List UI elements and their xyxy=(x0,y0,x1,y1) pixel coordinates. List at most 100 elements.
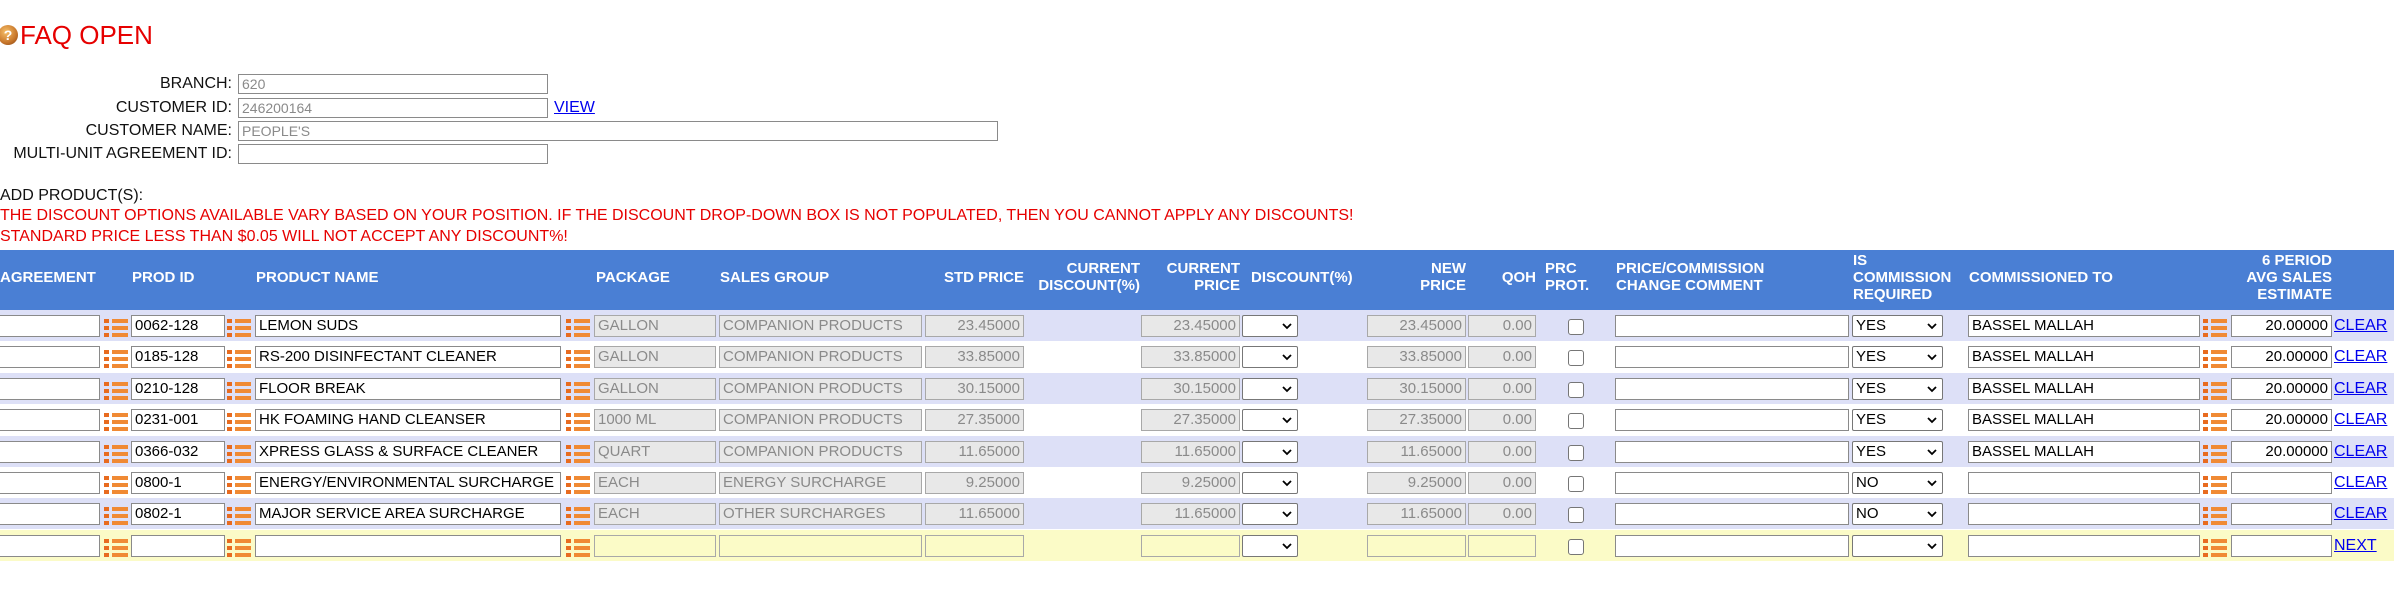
agreement-lookup-icon[interactable] xyxy=(104,381,128,401)
agreement-input[interactable] xyxy=(0,377,100,400)
product-name-input[interactable]: MAJOR SERVICE AREA SURCHARGE xyxy=(255,503,561,526)
prc-prot-checkbox[interactable] xyxy=(1568,476,1584,492)
commissioned-to-input[interactable]: BASSEL MALLAH xyxy=(1968,409,2200,432)
clear-link[interactable]: CLEAR xyxy=(2334,380,2387,398)
commissioned-to-lookup-icon[interactable] xyxy=(2203,381,2227,401)
package-lookup-icon[interactable] xyxy=(566,475,590,495)
discount-select[interactable] xyxy=(1242,346,1298,369)
customer-name-field[interactable]: PEOPLE'S xyxy=(238,120,998,141)
agreement-input[interactable] xyxy=(0,440,100,463)
product-name-input[interactable]: LEMON SUDS xyxy=(255,315,561,337)
commission-required-select[interactable]: YES xyxy=(1852,346,1943,369)
package-lookup-icon[interactable] xyxy=(566,349,590,369)
comment-input[interactable] xyxy=(1615,346,1849,369)
discount-select[interactable] xyxy=(1242,409,1298,432)
discount-select[interactable] xyxy=(1242,440,1298,463)
commissioned-to-input[interactable]: BASSEL MALLAH xyxy=(1968,346,2200,369)
comment-input[interactable] xyxy=(1615,377,1849,400)
comment-input[interactable] xyxy=(1615,409,1849,432)
estimate-input[interactable]: 20.00000 xyxy=(2231,346,2332,369)
discount-select[interactable] xyxy=(1242,315,1298,337)
clear-link[interactable]: CLEAR xyxy=(2334,474,2387,492)
commission-required-select[interactable] xyxy=(1852,534,1943,557)
package-lookup-icon[interactable] xyxy=(566,318,590,338)
commissioned-to-input[interactable]: BASSEL MALLAH xyxy=(1968,315,2200,337)
view-customer-link[interactable]: VIEW xyxy=(554,99,595,117)
commissioned-to-input[interactable] xyxy=(1968,534,2200,557)
agreement-lookup-icon[interactable] xyxy=(104,318,128,338)
commissioned-to-lookup-icon[interactable] xyxy=(2203,412,2227,432)
commissioned-to-lookup-icon[interactable] xyxy=(2203,349,2227,369)
agreement-lookup-icon[interactable] xyxy=(104,475,128,495)
estimate-input[interactable]: 20.00000 xyxy=(2231,440,2332,463)
estimate-input[interactable] xyxy=(2231,472,2332,494)
clear-link[interactable]: CLEAR xyxy=(2334,411,2387,429)
product-name-input[interactable]: HK FOAMING HAND CLEANSER xyxy=(255,409,561,432)
agreement-input[interactable] xyxy=(0,346,100,369)
clear-link[interactable]: CLEAR xyxy=(2334,443,2387,461)
product-name-input[interactable]: XPRESS GLASS & SURFACE CLEANER xyxy=(255,440,561,463)
discount-select[interactable] xyxy=(1242,534,1298,557)
prod-id-input[interactable] xyxy=(131,534,225,557)
comment-input[interactable] xyxy=(1615,503,1849,526)
agreement-lookup-icon[interactable] xyxy=(104,538,128,558)
estimate-input[interactable]: 20.00000 xyxy=(2231,315,2332,337)
product-lookup-icon[interactable] xyxy=(227,349,251,369)
agreement-lookup-icon[interactable] xyxy=(104,412,128,432)
product-lookup-icon[interactable] xyxy=(227,318,251,338)
prod-id-input[interactable]: 0800-1 xyxy=(131,472,225,494)
commissioned-to-lookup-icon[interactable] xyxy=(2203,475,2227,495)
agreement-input[interactable] xyxy=(0,534,100,557)
estimate-input[interactable] xyxy=(2231,534,2332,557)
estimate-input[interactable]: 20.00000 xyxy=(2231,377,2332,400)
help-icon[interactable]: ? xyxy=(0,25,18,45)
product-name-input[interactable]: FLOOR BREAK xyxy=(255,377,561,400)
product-lookup-icon[interactable] xyxy=(227,412,251,432)
estimate-input[interactable] xyxy=(2231,503,2332,526)
branch-field[interactable]: 620 xyxy=(238,73,548,94)
prod-id-input[interactable]: 0231-001 xyxy=(131,409,225,432)
commission-required-select[interactable]: NO xyxy=(1852,503,1943,526)
estimate-input[interactable]: 20.00000 xyxy=(2231,409,2332,432)
commissioned-to-input[interactable] xyxy=(1968,503,2200,526)
agreement-input[interactable] xyxy=(0,472,100,494)
agreement-lookup-icon[interactable] xyxy=(104,349,128,369)
prod-id-input[interactable]: 0210-128 xyxy=(131,377,225,400)
prod-id-input[interactable]: 0185-128 xyxy=(131,346,225,369)
commissioned-to-input[interactable]: BASSEL MALLAH xyxy=(1968,377,2200,400)
agreement-input[interactable] xyxy=(0,409,100,432)
prc-prot-checkbox[interactable] xyxy=(1568,350,1584,367)
prc-prot-checkbox[interactable] xyxy=(1568,507,1584,524)
prod-id-input[interactable]: 0802-1 xyxy=(131,503,225,526)
prod-id-input[interactable]: 0366-032 xyxy=(131,440,225,463)
multi-unit-field[interactable] xyxy=(238,143,548,164)
commissioned-to-input[interactable] xyxy=(1968,472,2200,494)
customer-id-field[interactable]: 246200164 xyxy=(238,97,548,118)
product-lookup-icon[interactable] xyxy=(227,506,251,526)
comment-input[interactable] xyxy=(1615,534,1849,557)
clear-link[interactable]: CLEAR xyxy=(2334,348,2387,366)
product-name-input[interactable] xyxy=(255,534,561,557)
commissioned-to-lookup-icon[interactable] xyxy=(2203,444,2227,464)
clear-link[interactable]: CLEAR xyxy=(2334,317,2387,335)
prc-prot-checkbox[interactable] xyxy=(1568,538,1584,555)
prc-prot-checkbox[interactable] xyxy=(1568,319,1584,335)
product-lookup-icon[interactable] xyxy=(227,475,251,495)
product-name-input[interactable]: ENERGY/ENVIRONMENTAL SURCHARGE xyxy=(255,472,561,494)
package-lookup-icon[interactable] xyxy=(566,381,590,401)
package-lookup-icon[interactable] xyxy=(566,444,590,464)
comment-input[interactable] xyxy=(1615,315,1849,337)
clear-link[interactable]: CLEAR xyxy=(2334,505,2387,523)
comment-input[interactable] xyxy=(1615,472,1849,494)
prc-prot-checkbox[interactable] xyxy=(1568,444,1584,461)
commissioned-to-input[interactable]: BASSEL MALLAH xyxy=(1968,440,2200,463)
commission-required-select[interactable]: YES xyxy=(1852,315,1943,337)
agreement-input[interactable] xyxy=(0,503,100,526)
discount-select[interactable] xyxy=(1242,472,1298,494)
product-name-input[interactable]: RS-200 DISINFECTANT CLEANER xyxy=(255,346,561,369)
commissioned-to-lookup-icon[interactable] xyxy=(2203,318,2227,338)
comment-input[interactable] xyxy=(1615,440,1849,463)
agreement-input[interactable] xyxy=(0,315,100,337)
commissioned-to-lookup-icon[interactable] xyxy=(2203,538,2227,558)
discount-select[interactable] xyxy=(1242,377,1298,400)
